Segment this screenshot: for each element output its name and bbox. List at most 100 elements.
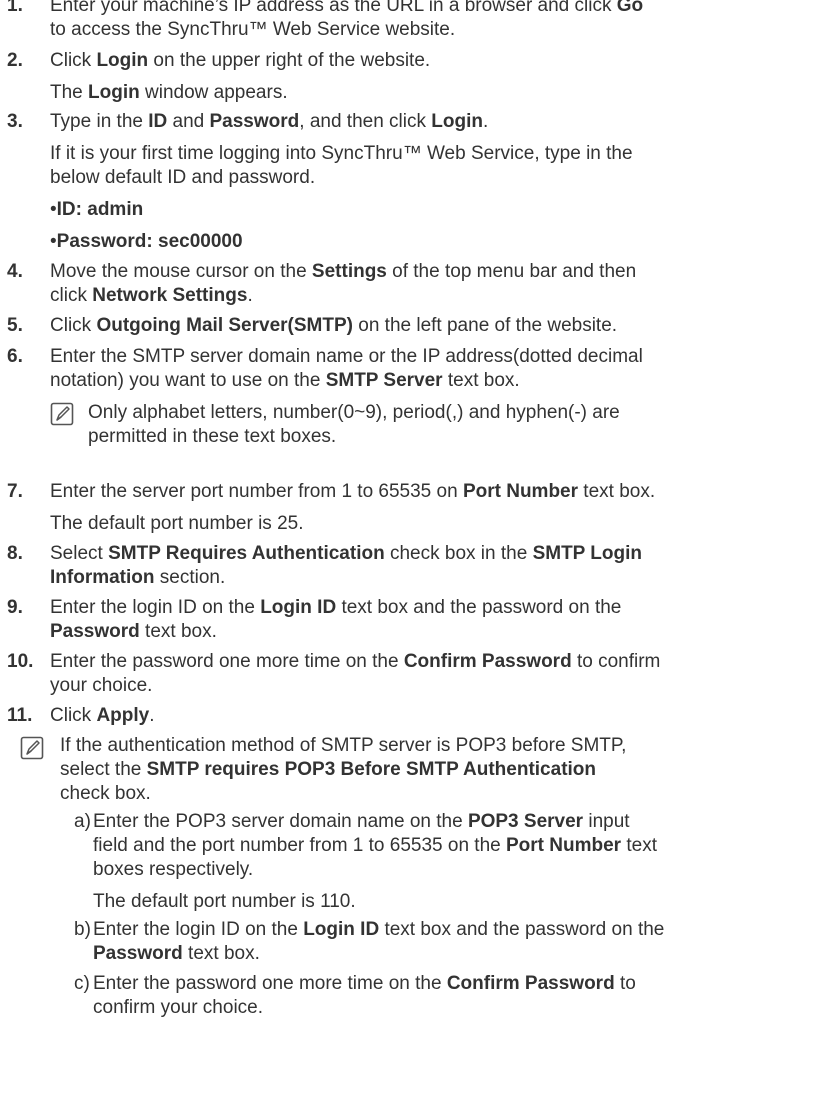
note-text: Only alphabet letters, number(0~9), peri… bbox=[88, 401, 808, 449]
bold-text: SMTP Login bbox=[532, 543, 642, 564]
text-line: Enter the login ID on the Login ID text … bbox=[74, 918, 810, 942]
step-text: Click Outgoing Mail Server(SMTP) on the … bbox=[50, 314, 810, 338]
text: confirm your choice. bbox=[93, 997, 264, 1018]
bold-text: Login bbox=[88, 82, 140, 103]
text-line: Enter your machine’s IP address as the U… bbox=[50, 0, 810, 18]
step-text: Move the mouse cursor on the Settings of… bbox=[50, 260, 810, 308]
bold-text: Confirm Password bbox=[403, 651, 572, 672]
text: The default port number is 25. bbox=[50, 513, 304, 534]
text: below default ID and password. bbox=[50, 167, 316, 188]
text: on the left pane of the website. bbox=[352, 315, 618, 336]
text: field and the port number from 1 to 6553… bbox=[93, 835, 506, 856]
text: section. bbox=[154, 567, 226, 588]
text-line: below default ID and password. bbox=[50, 166, 810, 190]
text-line: Only alphabet letters, number(0~9), peri… bbox=[88, 401, 808, 425]
text-line: Click Outgoing Mail Server(SMTP) on the … bbox=[50, 314, 810, 338]
text: Enter the login ID on the bbox=[50, 597, 261, 618]
step-number: 6. bbox=[7, 346, 23, 367]
text: Click bbox=[50, 705, 97, 726]
step-number: 5. bbox=[7, 315, 23, 336]
bold-text: SMTP Server bbox=[325, 370, 443, 391]
bold-text: Login ID bbox=[260, 597, 337, 618]
text-line: Click Apply. bbox=[50, 704, 810, 728]
step-text: Enter the SMTP server domain name or the… bbox=[50, 345, 810, 393]
note-text: If the authentication method of SMTP ser… bbox=[60, 734, 810, 806]
bold-text: ID: admin bbox=[56, 199, 144, 220]
text-line: Password text box. bbox=[74, 942, 810, 966]
text: notation) you want to use on the bbox=[50, 370, 326, 391]
text-line: Select SMTP Requires Authentication chec… bbox=[50, 542, 810, 566]
text: of the top menu bar and then bbox=[386, 261, 637, 282]
bold-text: Information bbox=[50, 567, 155, 588]
text-line: click Network Settings. bbox=[50, 284, 810, 308]
bold-text: Port Number bbox=[506, 835, 622, 856]
sub-step-text: Enter the login ID on the Login ID text … bbox=[74, 918, 810, 966]
text: Click bbox=[50, 50, 97, 71]
text: to confirm bbox=[571, 651, 661, 672]
sub-step-text: Enter the POP3 server domain name on the… bbox=[74, 810, 810, 914]
step-text: Click Login on the upper right of the we… bbox=[50, 49, 810, 105]
text-line: If it is your first time logging into Sy… bbox=[50, 142, 810, 166]
text: , and then click bbox=[299, 111, 432, 132]
bold-text: Confirm Password bbox=[446, 973, 615, 994]
text: text bbox=[621, 835, 657, 856]
text: check box in the bbox=[384, 543, 533, 564]
text-line: The default port number is 110. bbox=[74, 890, 810, 914]
text: Type in the bbox=[50, 111, 149, 132]
text: Enter the SMTP server domain name or the… bbox=[50, 346, 643, 367]
step-number: 4. bbox=[7, 261, 23, 282]
text-line: If the authentication method of SMTP ser… bbox=[60, 734, 810, 758]
text-line: Enter the POP3 server domain name on the… bbox=[74, 810, 810, 834]
text: text box. bbox=[139, 621, 217, 642]
text-line: select the SMTP requires POP3 Before SMT… bbox=[60, 758, 810, 782]
text: text box. bbox=[182, 943, 260, 964]
step-text: Select SMTP Requires Authentication chec… bbox=[50, 542, 810, 590]
text-line: confirm your choice. bbox=[74, 996, 810, 1020]
step-number: 1. bbox=[7, 0, 23, 16]
bold-text: Port Number bbox=[462, 481, 579, 502]
bold-text: SMTP Requires Authentication bbox=[108, 543, 385, 564]
step-number: 10. bbox=[7, 651, 34, 672]
text: Enter the POP3 server domain name on the bbox=[93, 811, 468, 832]
step-number: 7. bbox=[7, 481, 23, 502]
text-line: to access the SyncThru™ Web Service webs… bbox=[50, 18, 810, 42]
text: to bbox=[614, 973, 636, 994]
text-line: Type in the ID and Password, and then cl… bbox=[50, 110, 810, 134]
text: input bbox=[583, 811, 630, 832]
text: Enter the password one more time on the bbox=[93, 973, 447, 994]
text: Enter the login ID on the bbox=[93, 919, 304, 940]
bold-text: Settings bbox=[311, 261, 387, 282]
text: select the bbox=[60, 759, 147, 780]
text: • bbox=[50, 199, 57, 220]
text: Only alphabet letters, number(0~9), peri… bbox=[88, 402, 620, 423]
bold-text: Password bbox=[209, 111, 300, 132]
step-number: 3. bbox=[7, 111, 23, 132]
step-text: Enter your machine’s IP address as the U… bbox=[50, 0, 810, 42]
text-line: field and the port number from 1 to 6553… bbox=[74, 834, 810, 858]
text: The bbox=[50, 82, 89, 103]
text-line: notation) you want to use on the SMTP Se… bbox=[50, 369, 810, 393]
step-number: 2. bbox=[7, 50, 23, 71]
text: Select bbox=[50, 543, 109, 564]
text: click bbox=[50, 285, 93, 306]
text-line: Enter the server port number from 1 to 6… bbox=[50, 480, 810, 504]
text: text box and the password on the bbox=[379, 919, 665, 940]
bold-text: POP3 Server bbox=[467, 811, 584, 832]
text-line: check box. bbox=[60, 782, 810, 806]
bold-text: ID bbox=[148, 111, 168, 132]
text-line: Information section. bbox=[50, 566, 810, 590]
text: on the upper right of the website. bbox=[148, 50, 431, 71]
bold-text: Login ID bbox=[303, 919, 380, 940]
text: boxes respectively. bbox=[93, 859, 254, 880]
text-line: •ID: admin bbox=[50, 198, 810, 222]
text: Enter the server port number from 1 to 6… bbox=[50, 481, 463, 502]
text: Click bbox=[50, 315, 97, 336]
bold-text: Go bbox=[616, 0, 644, 16]
text: If the authentication method of SMTP ser… bbox=[60, 735, 627, 756]
text: If it is your first time logging into Sy… bbox=[50, 143, 633, 164]
text-line: Click Login on the upper right of the we… bbox=[50, 49, 810, 73]
bold-text: Network Settings bbox=[92, 285, 248, 306]
text: . bbox=[483, 111, 489, 132]
note-pencil-icon bbox=[20, 736, 44, 760]
bold-text: Outgoing Mail Server(SMTP) bbox=[96, 315, 353, 336]
